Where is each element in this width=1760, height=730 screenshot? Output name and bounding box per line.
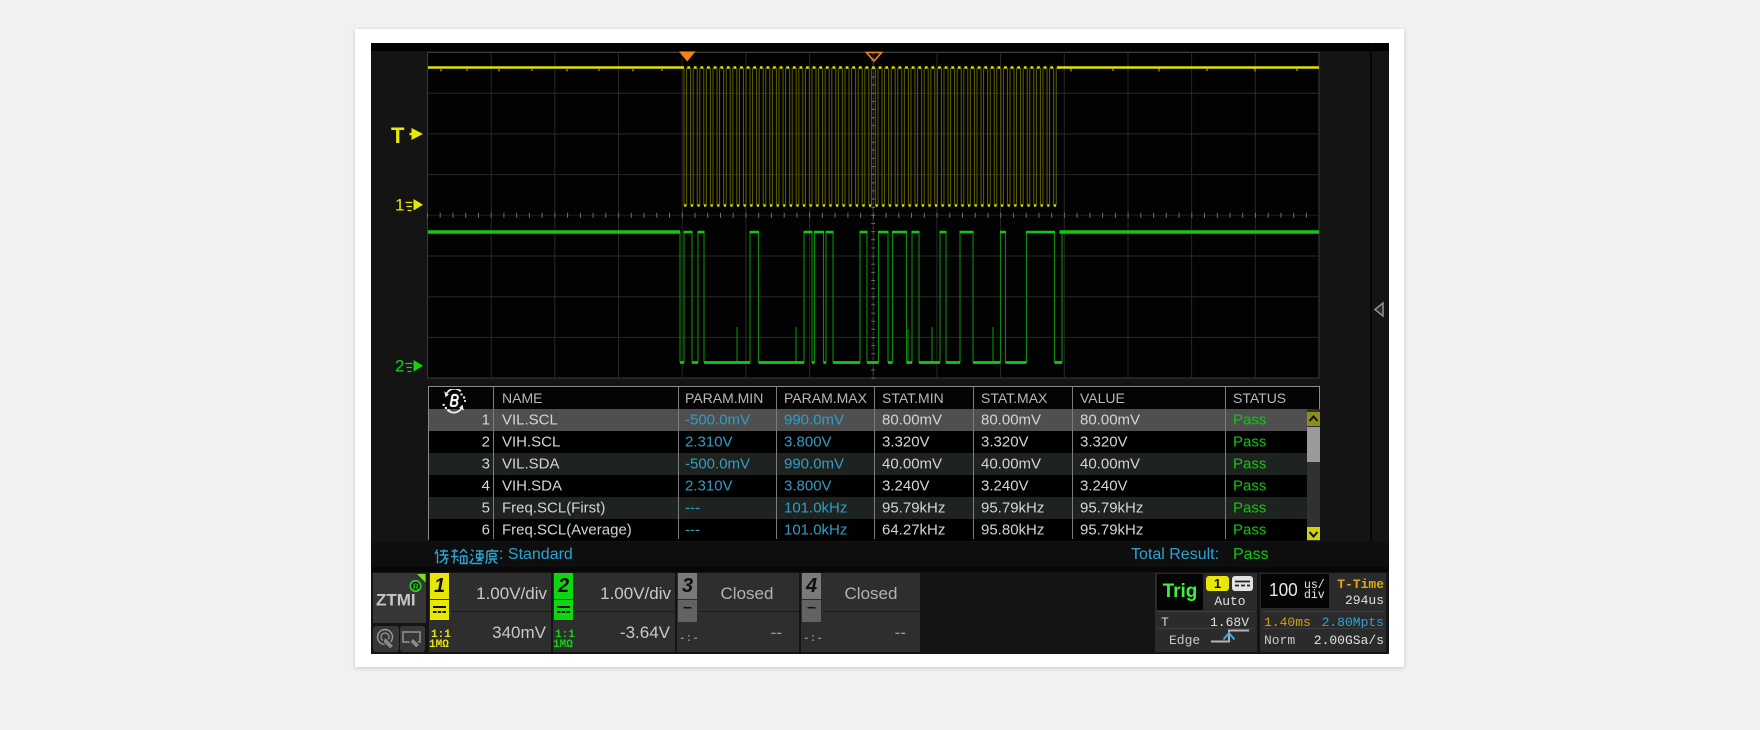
svg-text:1: 1 [395,196,404,215]
svg-text:2: 2 [395,357,404,376]
svg-text:T: T [391,123,405,148]
